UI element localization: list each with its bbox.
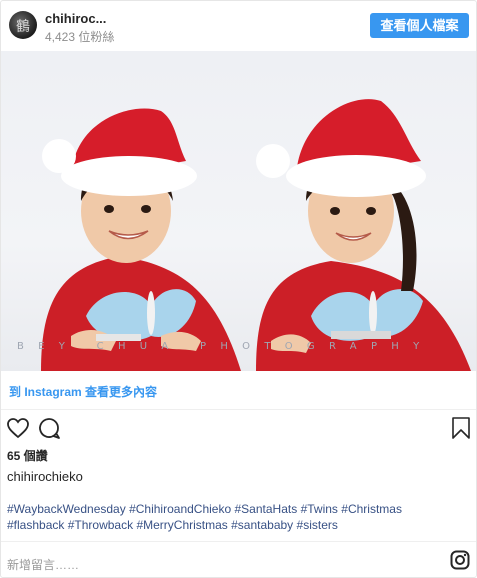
view-profile-button[interactable]: 查看個人檔案 (370, 13, 469, 38)
right-child (256, 99, 471, 371)
left-child (41, 108, 241, 371)
follower-count: 4,423 位粉絲 (45, 30, 115, 44)
divider (1, 409, 476, 410)
avatar-glyph: 鶴 (16, 19, 30, 35)
username[interactable]: chihiroc... (45, 11, 106, 26)
bookmark-icon[interactable] (449, 416, 473, 440)
hashtag-link[interactable]: #WaybackWednesday (7, 502, 126, 516)
avatar[interactable]: 鶴 (9, 11, 37, 39)
heart-icon[interactable] (6, 416, 30, 440)
divider (1, 541, 476, 542)
photo-watermark: BEY CHUA PHOTOGRAPHY (17, 341, 434, 352)
hashtag-link[interactable]: #MerryChristmas (136, 518, 227, 532)
post-header: 鶴 chihiroc... 4,423 位粉絲 查看個人檔案 (1, 1, 476, 51)
comment-icon[interactable] (37, 416, 61, 440)
instagram-logo-icon[interactable] (450, 550, 470, 570)
hashtag-link[interactable]: #sisters (297, 518, 338, 532)
hashtag-link[interactable]: #ChihiroandChieko (129, 502, 231, 516)
hashtag-link[interactable]: #flashback (7, 518, 64, 532)
hashtag-link[interactable]: #SantaHats (235, 502, 298, 516)
hashtag-link[interactable]: #santababy (231, 518, 293, 532)
like-count: 65 個讚 (7, 449, 48, 463)
caption-author[interactable]: chihirochieko (7, 469, 83, 484)
hashtag-link[interactable]: #Christmas (341, 502, 402, 516)
add-comment-input[interactable]: 新增留言…… (7, 556, 79, 573)
instagram-embed-card: 鶴 chihiroc... 4,423 位粉絲 查看個人檔案 BEY CHUA … (0, 0, 477, 578)
view-more-link[interactable]: 到 Instagram 查看更多內容 (9, 383, 157, 400)
post-photo[interactable]: BEY CHUA PHOTOGRAPHY (1, 51, 476, 371)
twins-santa-photo (41, 99, 471, 371)
hashtag-link[interactable]: #Throwback (68, 518, 133, 532)
caption-hashtags: #WaybackWednesday #ChihiroandChieko #San… (7, 501, 469, 533)
hashtag-link[interactable]: #Twins (301, 502, 338, 516)
